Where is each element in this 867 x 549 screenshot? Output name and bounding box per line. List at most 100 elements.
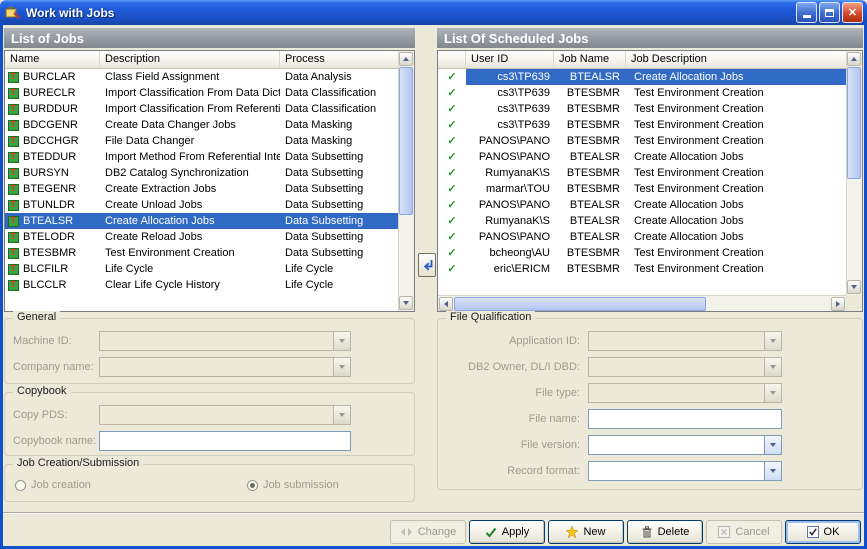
arrow-up-icon: [851, 57, 857, 61]
scheduled-horizontal-scrollbar[interactable]: [438, 295, 846, 311]
ok-button[interactable]: OK: [785, 520, 861, 544]
job-row[interactable]: BURECLRImport Classification From Data D…: [5, 85, 398, 101]
dropdown-arrow-icon: [764, 332, 781, 350]
jobs-vertical-scrollbar[interactable]: [398, 51, 414, 311]
combo-value: [589, 462, 764, 480]
table-cell: Create Allocation Jobs: [100, 213, 280, 229]
job-row[interactable]: BDCCHGRFile Data ChangerData Masking: [5, 133, 398, 149]
scroll-left-button[interactable]: [439, 297, 453, 311]
column-header-user-id[interactable]: User ID: [466, 51, 554, 69]
table-cell: Create Reload Jobs: [100, 229, 280, 245]
job-type-icon: [8, 72, 19, 83]
scroll-up-button[interactable]: [847, 52, 861, 66]
table-cell: DB2 Catalog Synchronization: [100, 165, 280, 181]
table-cell: BTELODR: [5, 229, 100, 245]
maximize-button[interactable]: [819, 2, 840, 23]
dropdown-arrow-icon: [764, 384, 781, 402]
dropdown-arrow-icon[interactable]: [764, 462, 781, 480]
scroll-down-button[interactable]: [399, 296, 413, 310]
file-type-combo: [588, 383, 782, 403]
general-group: General Machine ID:Company name:: [4, 318, 415, 384]
minimize-button[interactable]: [796, 2, 817, 23]
scheduled-check-icon: [447, 87, 456, 99]
table-cell: BTESBMR: [554, 261, 626, 277]
table-cell: BTESBMR: [554, 133, 626, 149]
scheduled-job-row[interactable]: RumyanaK\SBTEALSRCreate Allocation Jobs: [438, 213, 846, 229]
scheduled-vertical-scrollbar[interactable]: [846, 51, 862, 295]
column-header-name[interactable]: Name: [5, 51, 100, 69]
job-submission-radio: Job submission: [247, 479, 339, 491]
job-row[interactable]: BURSYNDB2 Catalog SynchronizationData Su…: [5, 165, 398, 181]
file-version-combo[interactable]: [588, 435, 782, 455]
scroll-right-button[interactable]: [831, 297, 845, 311]
column-header-status[interactable]: [438, 51, 466, 69]
table-cell: BURCLAR: [5, 69, 100, 85]
job-row[interactable]: BURCLARClass Field AssignmentData Analys…: [5, 69, 398, 85]
file-name-input[interactable]: [588, 409, 782, 429]
scroll-up-button[interactable]: [399, 52, 413, 66]
scheduled-job-row[interactable]: PANOS\PANOBTEALSRCreate Allocation Jobs: [438, 149, 846, 165]
table-cell: [438, 133, 466, 149]
scheduled-job-row[interactable]: RumyanaK\SBTESBMRTest Environment Creati…: [438, 165, 846, 181]
window-border: [0, 22, 3, 549]
scheduled-job-row[interactable]: PANOS\PANOBTEALSRCreate Allocation Jobs: [438, 197, 846, 213]
table-cell: Class Field Assignment: [100, 69, 280, 85]
table-cell: Test Environment Creation: [100, 245, 280, 261]
maximize-icon: [825, 9, 834, 17]
cancel-icon: [718, 526, 730, 538]
table-cell: [438, 181, 466, 197]
job-row[interactable]: BURDDURImport Classification From Refere…: [5, 101, 398, 117]
change-button: Change: [390, 520, 466, 544]
scheduled-job-row[interactable]: marmar\TOUBTESBMRTest Environment Creati…: [438, 181, 846, 197]
dropdown-arrow-icon[interactable]: [764, 436, 781, 454]
record-format-combo[interactable]: [588, 461, 782, 481]
column-header-job-description[interactable]: Job Description: [626, 51, 846, 69]
table-cell: Test Environment Creation: [626, 117, 846, 133]
combo-value: [589, 384, 764, 402]
combo-value: [100, 332, 333, 350]
copybook-fields: Copy PDS:Copybook name:: [5, 405, 414, 451]
scheduled-job-row[interactable]: cs3\TP639BTESBMRTest Environment Creatio…: [438, 117, 846, 133]
close-button[interactable]: [842, 2, 863, 23]
scroll-down-button[interactable]: [847, 280, 861, 294]
scheduled-job-row[interactable]: cs3\TP639BTESBMRTest Environment Creatio…: [438, 101, 846, 117]
scroll-thumb[interactable]: [847, 67, 861, 179]
schedule-job-button[interactable]: [418, 253, 436, 277]
new-button[interactable]: New: [548, 520, 624, 544]
combo-value: [589, 332, 764, 350]
arrow-down-icon: [770, 365, 776, 369]
job-name: BURSYN: [23, 165, 69, 181]
scheduled-job-row[interactable]: PANOS\PANOBTEALSRCreate Allocation Jobs: [438, 229, 846, 245]
job-row[interactable]: BTEDDURImport Method From Referential In…: [5, 149, 398, 165]
job-row[interactable]: BTESBMRTest Environment CreationData Sub…: [5, 245, 398, 261]
column-header-description[interactable]: Description: [100, 51, 280, 69]
copybook-name-input[interactable]: [99, 431, 351, 451]
scroll-thumb[interactable]: [454, 297, 706, 311]
apply-button[interactable]: Apply: [469, 520, 545, 544]
scroll-thumb[interactable]: [399, 67, 413, 215]
job-row[interactable]: BDCGENRCreate Data Changer JobsData Mask…: [5, 117, 398, 133]
job-name: BTELODR: [23, 229, 75, 245]
scheduled-job-row[interactable]: cs3\TP639BTESBMRTest Environment Creatio…: [438, 85, 846, 101]
job-row[interactable]: BTELODRCreate Reload JobsData Subsetting: [5, 229, 398, 245]
job-row[interactable]: BTUNLDRCreate Unload JobsData Subsetting: [5, 197, 398, 213]
delete-button[interactable]: Delete: [627, 520, 703, 544]
scheduled-job-row[interactable]: eric\ERICMBTESBMRTest Environment Creati…: [438, 261, 846, 277]
apply-icon: [485, 527, 497, 538]
copybook-group: Copybook Copy PDS:Copybook name:: [4, 392, 415, 456]
scheduled-check-icon: [447, 119, 456, 131]
job-row[interactable]: BTEALSRCreate Allocation JobsData Subset…: [5, 213, 398, 229]
job-row[interactable]: BTEGENRCreate Extraction JobsData Subset…: [5, 181, 398, 197]
scheduled-job-row[interactable]: bcheong\AUBTESBMRTest Environment Creati…: [438, 245, 846, 261]
job-name: BLCCLR: [23, 277, 66, 293]
file-qualification-fields: Application ID:DB2 Owner, DL/I DBD:File …: [438, 331, 862, 481]
titlebar[interactable]: Work with Jobs: [0, 0, 867, 25]
column-header-job-name[interactable]: Job Name: [554, 51, 626, 69]
scrollbar-corner: [846, 295, 862, 311]
column-header-process[interactable]: Process: [280, 51, 398, 69]
job-row[interactable]: BLCFILRLife CycleLife Cycle: [5, 261, 398, 277]
job-row[interactable]: BLCCLRClear Life Cycle HistoryLife Cycle: [5, 277, 398, 293]
scheduled-job-row[interactable]: PANOS\PANOBTESBMRTest Environment Creati…: [438, 133, 846, 149]
scheduled-job-row[interactable]: cs3\TP639BTEALSRCreate Allocation Jobs: [438, 69, 846, 85]
arrow-down-icon: [339, 365, 345, 369]
